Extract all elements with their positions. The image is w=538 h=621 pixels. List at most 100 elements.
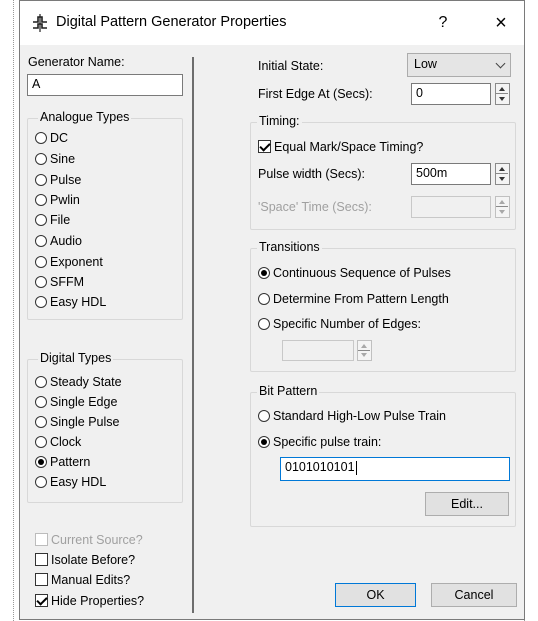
timing-title: Timing: (257, 114, 302, 128)
spin-down-icon (361, 353, 367, 357)
initial-state-select[interactable]: Low (407, 53, 511, 77)
radio-audio[interactable]: Audio (35, 232, 82, 250)
radio-specific-pulse-train[interactable]: Specific pulse train: (258, 433, 381, 451)
radio-exponent[interactable]: Exponent (35, 253, 103, 271)
spin-divider (496, 206, 508, 207)
radio-label: Sine (50, 152, 76, 166)
radio-label: Exponent (50, 255, 103, 269)
radio-label: Steady State (50, 375, 122, 389)
close-button[interactable]: × (478, 1, 524, 45)
radio-circle (35, 475, 47, 488)
initial-state-label: Initial State: (258, 59, 324, 73)
radio-standard-pulse-train[interactable]: Standard High-Low Pulse Train (258, 407, 446, 425)
spin-up-icon (499, 200, 505, 204)
radio-steady-state[interactable]: Steady State (35, 373, 122, 391)
radio-label: Pattern (50, 455, 91, 469)
radio-circle-selected (258, 266, 270, 279)
title-bar[interactable]: Digital Pattern Generator Properties ? × (20, 1, 524, 45)
first-edge-label: First Edge At (Secs): (258, 87, 373, 101)
window-title: Digital Pattern Generator Properties (56, 14, 287, 30)
radio-easy-hdl-digital[interactable]: Easy HDL (35, 473, 106, 491)
radio-circle (35, 152, 47, 165)
spin-up-icon (499, 167, 505, 171)
generator-name-label: Generator Name: (28, 55, 125, 69)
checkbox-box (35, 533, 48, 547)
radio-dc[interactable]: DC (35, 129, 68, 147)
column-divider (192, 57, 194, 613)
radio-circle (35, 395, 47, 408)
radio-pwlin[interactable]: Pwlin (35, 191, 80, 209)
pulse-train-input[interactable]: 0101010101 (280, 457, 510, 481)
spin-up-icon (361, 344, 367, 348)
checkbox-box (35, 573, 48, 587)
radio-clock[interactable]: Clock (35, 433, 81, 451)
radio-file[interactable]: File (35, 211, 70, 229)
radio-circle-selected (35, 455, 47, 468)
radio-circle (35, 193, 47, 206)
hide-properties-checkbox[interactable]: Hide Properties? (35, 592, 144, 610)
radio-circle (258, 409, 270, 422)
radio-label: Audio (50, 234, 82, 248)
radio-label: Continuous Sequence of Pulses (273, 266, 451, 280)
pulse-width-label: Pulse width (Secs): (258, 167, 365, 181)
radio-single-edge[interactable]: Single Edge (35, 393, 117, 411)
background-guide-left (13, 0, 14, 621)
edges-count-spinner (357, 340, 372, 361)
transitions-title: Transitions (257, 240, 322, 254)
radio-circle (35, 234, 47, 247)
bit-pattern-title: Bit Pattern (257, 384, 320, 398)
radio-label: SFFM (50, 275, 85, 289)
help-button[interactable]: ? (420, 1, 466, 45)
checkbox-label: Current Source? (51, 533, 143, 547)
initial-state-value: Low (414, 57, 437, 71)
pulse-width-input[interactable]: 500m (411, 163, 491, 185)
radio-label: File (50, 213, 71, 227)
radio-label: DC (50, 131, 69, 145)
radio-circle (35, 295, 47, 308)
radio-circle (258, 292, 270, 305)
radio-circle (35, 375, 47, 388)
checkbox-label: Manual Edits? (51, 573, 131, 587)
manual-edits-checkbox[interactable]: Manual Edits? (35, 571, 130, 589)
radio-label: Specific Number of Edges: (273, 317, 421, 331)
radio-pulse[interactable]: Pulse (35, 171, 81, 189)
radio-circle (35, 213, 47, 226)
checkbox-label: Hide Properties? (51, 594, 145, 608)
current-source-checkbox: Current Source? (35, 531, 143, 549)
radio-label: Specific pulse train: (273, 435, 382, 449)
radio-circle (35, 255, 47, 268)
radio-easy-hdl-analogue[interactable]: Easy HDL (35, 293, 106, 311)
radio-circle (35, 415, 47, 428)
edit-button[interactable]: Edit... (425, 492, 509, 516)
radio-sffm[interactable]: SFFM (35, 273, 84, 291)
radio-circle-selected (258, 435, 270, 448)
spin-divider (496, 173, 508, 174)
radio-from-pattern-length[interactable]: Determine From Pattern Length (258, 290, 449, 308)
spin-down-icon (499, 177, 505, 181)
cancel-button[interactable]: Cancel (431, 583, 517, 607)
radio-specific-edges[interactable]: Specific Number of Edges: (258, 315, 421, 333)
first-edge-spinner[interactable] (495, 83, 510, 105)
radio-continuous-sequence[interactable]: Continuous Sequence of Pulses (258, 264, 451, 282)
ok-button[interactable]: OK (335, 583, 416, 607)
pulse-width-spinner[interactable] (495, 163, 510, 185)
radio-circle (35, 435, 47, 448)
radio-label: Standard High-Low Pulse Train (273, 409, 447, 423)
radio-single-pulse[interactable]: Single Pulse (35, 413, 120, 431)
radio-sine[interactable]: Sine (35, 150, 75, 168)
generator-name-input[interactable]: A (27, 74, 183, 96)
radio-circle (258, 317, 270, 330)
checkbox-box-checked (35, 594, 48, 608)
text-caret (355, 460, 357, 475)
pulse-generator-icon (33, 14, 47, 32)
radio-label: Single Pulse (50, 415, 120, 429)
radio-pattern[interactable]: Pattern (35, 453, 90, 471)
isolate-before-checkbox[interactable]: Isolate Before? (35, 551, 135, 569)
equal-mark-space-checkbox[interactable]: Equal Mark/Space Timing? (258, 138, 423, 156)
first-edge-input[interactable]: 0 (411, 83, 491, 105)
spin-up-icon (499, 87, 505, 91)
radio-label: Single Edge (50, 395, 118, 409)
radio-label: Determine From Pattern Length (273, 292, 449, 306)
spin-down-icon (499, 97, 505, 101)
radio-circle (35, 275, 47, 288)
